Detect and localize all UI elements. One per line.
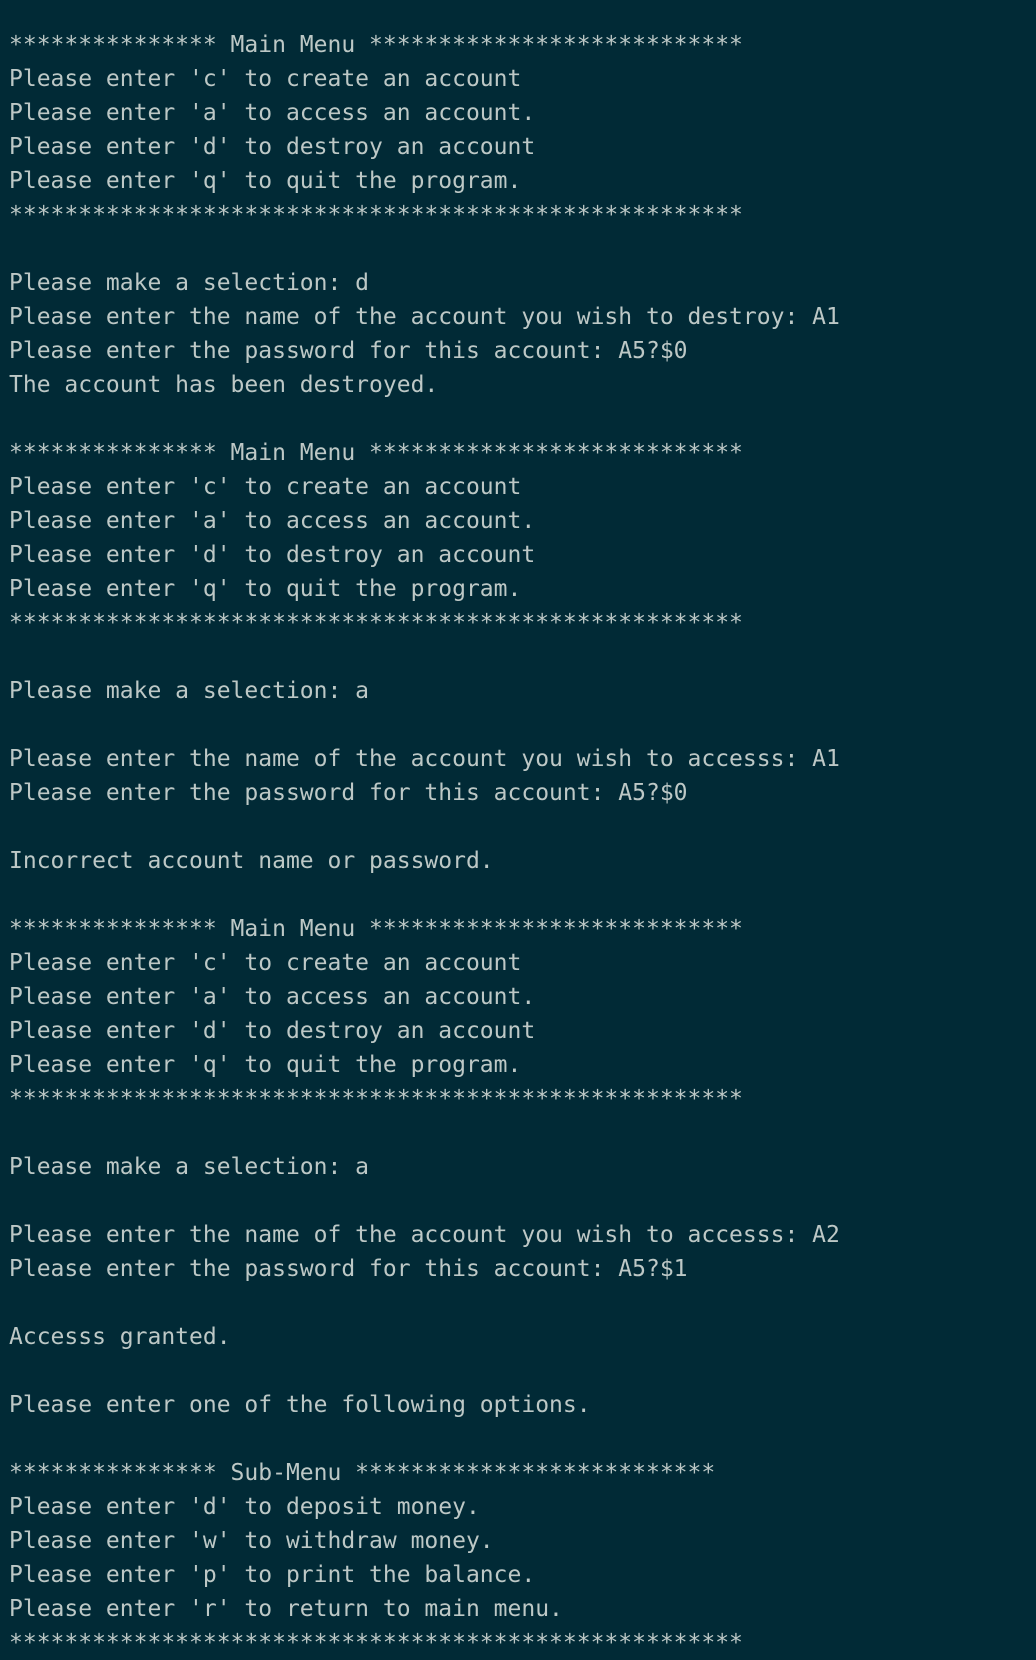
- terminal-output-line: Please enter the name of the account you…: [9, 304, 840, 330]
- terminal-output-line: ****************************************…: [9, 1630, 743, 1656]
- terminal-output-line: ****************************************…: [9, 610, 743, 636]
- terminal-output-line: Please enter 'c' to create an account: [9, 66, 522, 92]
- terminal-output-line: Please enter 'p' to print the balance.: [9, 1562, 536, 1588]
- terminal-output-line: Please enter 'c' to create an account: [9, 950, 522, 976]
- terminal-output-line: The account has been destroyed.: [9, 372, 439, 398]
- terminal-window[interactable]: *************** Main Menu **************…: [0, 0, 1036, 1656]
- terminal-output-line: Please enter the name of the account you…: [9, 746, 840, 772]
- terminal-output-line: Please make a selection: d: [9, 270, 370, 296]
- terminal-output-line: Please enter 'w' to withdraw money.: [9, 1528, 494, 1554]
- terminal-output-line: Please enter the password for this accou…: [9, 780, 688, 806]
- terminal-output-line: Please enter the password for this accou…: [9, 1256, 688, 1282]
- terminal-output-line: Please enter 'c' to create an account: [9, 474, 522, 500]
- terminal-output-line: Accesss granted.: [9, 1324, 231, 1350]
- terminal-output-line: ****************************************…: [9, 1086, 743, 1112]
- terminal-output-line: Please enter 'd' to destroy an account: [9, 1018, 536, 1044]
- terminal-output-line: Please enter 'a' to access an account.: [9, 508, 536, 534]
- terminal-output-line: Please enter 'q' to quit the program.: [9, 168, 522, 194]
- terminal-output-line: *************** Main Menu **************…: [9, 916, 743, 942]
- terminal-output-line: ****************************************…: [9, 202, 743, 228]
- terminal-output-line: Please enter 'd' to deposit money.: [9, 1494, 480, 1520]
- terminal-output-line: Please enter the password for this accou…: [9, 338, 688, 364]
- terminal-output-line: Incorrect account name or password.: [9, 848, 494, 874]
- terminal-output-line: Please make a selection: a: [9, 678, 370, 704]
- terminal-output-line: Please enter 'q' to quit the program.: [9, 576, 522, 602]
- terminal-output-line: *************** Main Menu **************…: [9, 440, 743, 466]
- terminal-output-line: Please enter 'd' to destroy an account: [9, 134, 536, 160]
- terminal-output-line: Please make a selection: a: [9, 1154, 370, 1180]
- terminal-output-line: Please enter 'd' to destroy an account: [9, 542, 536, 568]
- terminal-output-line: Please enter 'a' to access an account.: [9, 100, 536, 126]
- terminal-output-line: Please enter the name of the account you…: [9, 1222, 840, 1248]
- terminal-output-line: *************** Sub-Menu ***************…: [9, 1460, 716, 1486]
- terminal-output-line: *************** Main Menu **************…: [9, 32, 743, 58]
- terminal-output-line: Please enter 'a' to access an account.: [9, 984, 536, 1010]
- terminal-output-line: Please enter one of the following option…: [9, 1392, 591, 1418]
- terminal-output-line: Please enter 'q' to quit the program.: [9, 1052, 522, 1078]
- terminal-output-line: Please enter 'r' to return to main menu.: [9, 1596, 563, 1622]
